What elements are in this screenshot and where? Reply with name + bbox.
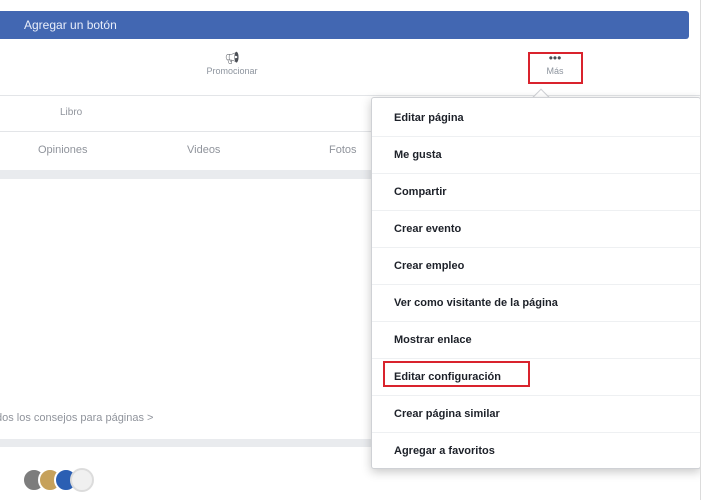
page-tips-link[interactable]: dos los consejos para páginas > [0,412,153,424]
menu-item-add-to-favorites[interactable]: Agregar a favoritos [372,433,700,470]
more-highlight-box [528,52,583,84]
menu-item-create-event[interactable]: Crear evento [372,211,700,248]
about-row-label: Libro [60,107,83,118]
menu-item-view-as-visitor[interactable]: Ver como visitante de la página [372,285,700,322]
avatar[interactable] [70,468,94,492]
tab-fotos[interactable]: Fotos [329,144,357,156]
promote-action[interactable]: 📢︎ Promocionar [197,50,267,76]
menu-item-edit-page[interactable]: Editar página [372,100,700,137]
tab-videos[interactable]: Videos [187,144,220,156]
promote-label: Promocionar [206,66,258,76]
facebook-page-view: Agregar un botón 📢︎ Promocionar ••• Más … [0,0,701,500]
megaphone-icon: 📢︎ [224,51,240,65]
menu-item-share[interactable]: Compartir [372,174,700,211]
menu-item-create-job[interactable]: Crear empleo [372,248,700,285]
menu-item-like[interactable]: Me gusta [372,137,700,174]
page-actions-bar: 📢︎ Promocionar ••• Más [0,40,700,96]
add-button-cta-label: Agregar un botón [24,18,117,32]
tab-opiniones[interactable]: Opiniones [38,144,88,156]
menu-item-create-similar-page[interactable]: Crear página similar [372,396,700,433]
menu-item-show-link[interactable]: Mostrar enlace [372,322,700,359]
more-dropdown-menu: Editar página Me gusta Compartir Crear e… [371,97,700,470]
add-button-cta[interactable]: Agregar un botón [0,11,689,39]
edit-settings-highlight-box [383,361,530,387]
